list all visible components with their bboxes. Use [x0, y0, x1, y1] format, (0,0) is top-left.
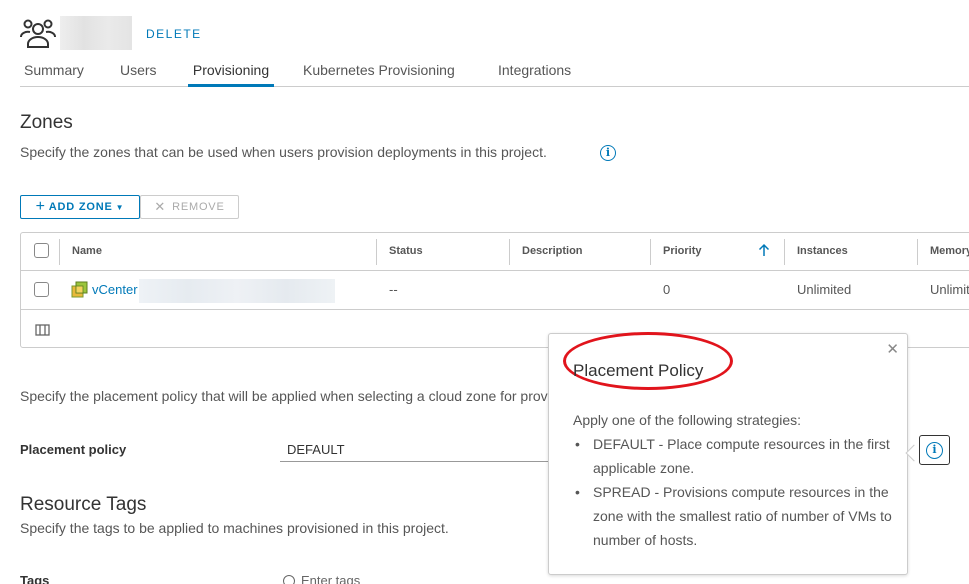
close-icon[interactable]: ✕: [886, 340, 899, 358]
tab-integrations[interactable]: Integrations: [498, 62, 571, 87]
zone-name-link[interactable]: vCenter: [92, 282, 138, 297]
zone-instances: Unlimited: [797, 282, 852, 297]
table-row: vCenter -- 0 Unlimited Unlimited: [21, 271, 969, 310]
zones-datagrid: Name Status Description Priority Instanc…: [20, 232, 969, 348]
column-header-status[interactable]: Status: [389, 245, 423, 257]
sort-ascending-icon[interactable]: [758, 243, 770, 262]
popover-intro: Apply one of the following strategies:: [573, 412, 802, 428]
tab-users[interactable]: Users: [120, 62, 157, 87]
project-name-redacted: [60, 16, 132, 50]
tab-kubernetes-provisioning[interactable]: Kubernetes Provisioning: [303, 62, 455, 87]
column-header-priority[interactable]: Priority: [663, 245, 702, 257]
tag-circle-icon: [283, 574, 295, 584]
column-header-name[interactable]: Name: [72, 245, 102, 257]
zones-title: Zones: [20, 112, 73, 133]
list-item: DEFAULT - Place compute resources in the…: [573, 432, 893, 480]
tags-label: Tags: [20, 573, 50, 584]
zones-description: Specify the zones that can be used when …: [20, 144, 547, 160]
column-header-instances[interactable]: Instances: [797, 245, 848, 257]
placement-policy-popover: ✕ Placement Policy Apply one of the foll…: [548, 332, 908, 575]
column-toggle-icon[interactable]: [35, 323, 50, 341]
popover-title: Placement Policy: [573, 361, 704, 380]
zone-name-redacted: [139, 279, 335, 303]
column-header-memory[interactable]: Memory: [930, 245, 969, 257]
placement-policy-label: Placement policy: [20, 442, 127, 457]
placement-info-button[interactable]: i: [919, 435, 950, 465]
plus-icon: +: [35, 198, 46, 215]
users-group-icon: [20, 16, 56, 50]
zone-status: --: [389, 282, 398, 297]
datagrid-header: Name Status Description Priority Instanc…: [21, 233, 969, 271]
tab-bar: Summary Users Provisioning Kubernetes Pr…: [20, 52, 969, 87]
add-zone-button[interactable]: + ADD ZONE ▼: [20, 195, 140, 219]
placement-description: Specify the placement policy that will b…: [20, 388, 548, 404]
zone-memory: Unlimited: [930, 282, 969, 297]
column-header-description[interactable]: Description: [522, 245, 583, 257]
popover-body: Apply one of the following strategies: D…: [573, 408, 893, 552]
tab-provisioning[interactable]: Provisioning: [188, 62, 274, 87]
info-icon: i: [926, 441, 943, 459]
row-checkbox[interactable]: [34, 282, 49, 297]
placement-policy-select[interactable]: DEFAULT: [280, 438, 550, 462]
delete-button[interactable]: DELETE: [146, 27, 202, 41]
zone-priority: 0: [663, 282, 671, 297]
zones-info-icon[interactable]: i: [600, 145, 616, 161]
close-icon: ✕: [154, 199, 167, 214]
vcenter-icon: [71, 281, 88, 303]
remove-button: ✕ REMOVE: [140, 195, 239, 219]
chevron-down-icon: ▼: [115, 202, 125, 212]
tab-summary[interactable]: Summary: [24, 62, 84, 87]
tags-input[interactable]: Enter tags: [283, 573, 360, 584]
resource-tags-description: Specify the tags to be applied to machin…: [20, 520, 449, 536]
select-all-checkbox[interactable]: [34, 243, 49, 258]
list-item: SPREAD - Provisions compute resources in…: [573, 480, 893, 552]
resource-tags-title: Resource Tags: [20, 494, 147, 515]
